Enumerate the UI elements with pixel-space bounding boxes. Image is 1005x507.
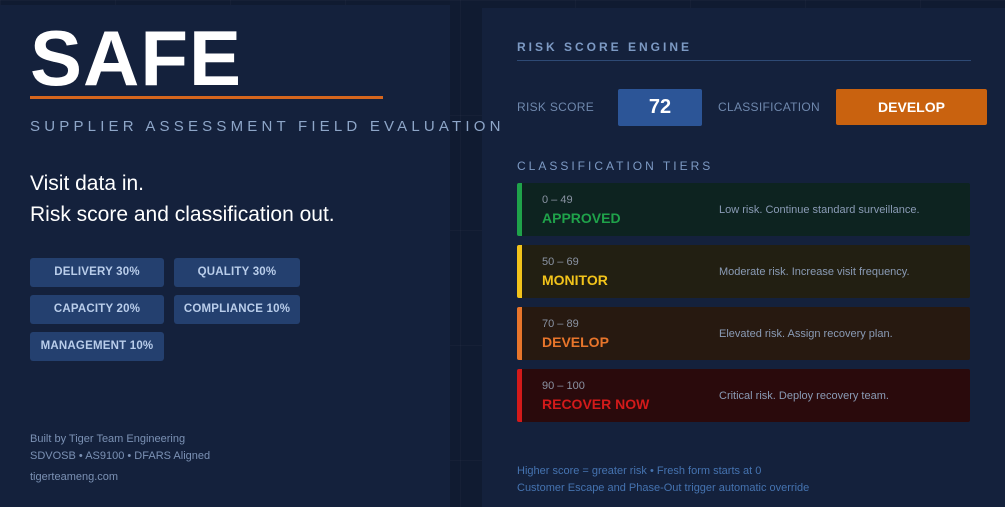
tier-description: Elevated risk. Assign recovery plan. [719,328,893,340]
weight-tag-delivery: DELIVERY 30% [30,258,164,287]
tier-develop: 70 – 89 DEVELOP Elevated risk. Assign re… [517,307,970,360]
engine-divider [517,60,971,61]
engine-heading: RISK SCORE ENGINE [517,40,693,54]
footer-site-link[interactable]: tigerteameng.com [30,471,118,483]
tier-name: APPROVED [542,210,621,226]
app-subtitle: SUPPLIER ASSESSMENT FIELD EVALUATION [30,118,505,135]
tier-name: MONITOR [542,272,608,288]
app-title: SAFE [30,14,243,102]
footer-built-by: Built by Tiger Team Engineering [30,433,186,445]
classification-badge: DEVELOP [836,89,987,125]
tier-range: 50 – 69 [542,256,579,268]
tagline-input: Visit data in. [30,172,145,195]
footer-certifications: SDVOSB • AS9100 • DFARS Aligned [30,450,211,462]
weight-tag-capacity: CAPACITY 20% [30,295,164,324]
tier-range: 0 – 49 [542,194,573,206]
tier-recover-now: 90 – 100 RECOVER NOW Critical risk. Depl… [517,369,970,422]
risk-score-value: 72 [618,89,702,126]
tier-approved: 0 – 49 APPROVED Low risk. Continue stand… [517,183,970,236]
title-underline [30,96,383,99]
tier-description: Critical risk. Deploy recovery team. [719,390,889,402]
tiers-heading: CLASSIFICATION TIERS [517,159,714,173]
tier-description: Low risk. Continue standard surveillance… [719,204,920,216]
risk-score-label: RISK SCORE [517,100,595,114]
tier-range: 90 – 100 [542,380,585,392]
tier-monitor: 50 – 69 MONITOR Moderate risk. Increase … [517,245,970,298]
tier-name: RECOVER NOW [542,396,650,412]
tagline-output: Risk score and classification out. [30,203,335,226]
weight-tag-quality: QUALITY 30% [174,258,300,287]
override-note: Customer Escape and Phase-Out trigger au… [517,482,810,494]
tier-range: 70 – 89 [542,318,579,330]
tier-description: Moderate risk. Increase visit frequency. [719,266,910,278]
classification-label: CLASSIFICATION [718,100,820,114]
score-note: Higher score = greater risk • Fresh form… [517,465,762,477]
weight-tag-compliance: COMPLIANCE 10% [174,295,300,324]
tier-name: DEVELOP [542,334,609,350]
weight-tag-management: MANAGEMENT 10% [30,332,164,361]
